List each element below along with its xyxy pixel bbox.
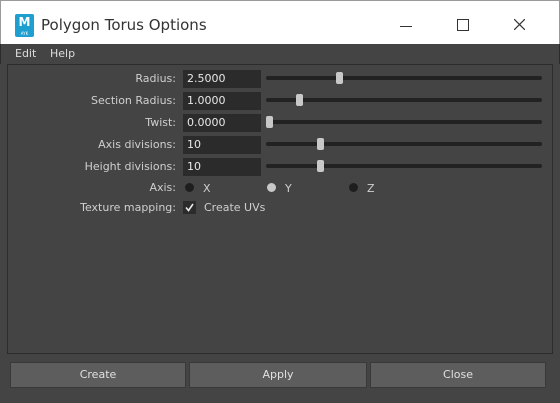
axis-radio-y[interactable] [267, 183, 276, 192]
section-radius-label: Section Radius: [91, 94, 176, 107]
checkmark-icon [185, 203, 194, 212]
window-title: Polygon Torus Options [41, 16, 207, 34]
app-icon-sub: AYK [20, 31, 29, 36]
axis-radio-x-label: X [203, 182, 211, 195]
axis-label: Axis: [149, 181, 176, 194]
menu-help[interactable]: Help [50, 47, 75, 60]
title-bar: M AYK Polygon Torus Options [0, 0, 560, 44]
height-divisions-slider[interactable] [266, 160, 542, 172]
height-divisions-label: Height divisions: [84, 160, 176, 173]
section-radius-slider[interactable] [266, 94, 542, 106]
create-button[interactable]: Create [10, 362, 186, 388]
twist-slider-handle[interactable] [266, 116, 273, 128]
section-radius-slider-handle[interactable] [296, 94, 303, 106]
axis-divisions-field[interactable]: 10 [183, 136, 261, 154]
axis-divisions-label: Axis divisions: [98, 138, 176, 151]
axis-radio-z[interactable] [349, 183, 358, 192]
axis-divisions-slider[interactable] [266, 138, 542, 150]
maya-app-icon: M AYK [15, 14, 34, 37]
menu-edit[interactable]: Edit [15, 47, 36, 60]
axis-radio-x[interactable] [185, 183, 194, 192]
radius-slider-handle[interactable] [336, 72, 343, 84]
menu-bar: Edit Help [0, 44, 560, 64]
create-uvs-checkbox[interactable] [183, 201, 196, 214]
close-icon [514, 19, 525, 30]
radius-slider[interactable] [266, 72, 542, 84]
axis-radio-y-label: Y [285, 182, 292, 195]
maximize-button[interactable] [434, 1, 490, 45]
twist-slider[interactable] [266, 116, 542, 128]
height-divisions-field[interactable]: 10 [183, 158, 261, 176]
create-uvs-label: Create UVs [204, 201, 266, 214]
height-divisions-slider-handle[interactable] [317, 160, 324, 172]
section-radius-field[interactable]: 1.0000 [183, 92, 261, 110]
texture-mapping-label: Texture mapping: [80, 201, 176, 214]
close-button[interactable]: Close [370, 362, 546, 388]
apply-button[interactable]: Apply [189, 362, 367, 388]
app-icon-letter: M [18, 15, 31, 29]
axis-radio-z-label: Z [367, 182, 375, 195]
axis-divisions-slider-handle[interactable] [317, 138, 324, 150]
twist-label: Twist: [145, 116, 176, 129]
radius-label: Radius: [135, 72, 176, 85]
close-window-button[interactable] [491, 1, 547, 45]
minimize-button[interactable] [378, 1, 434, 45]
radius-field[interactable]: 2.5000 [183, 70, 261, 88]
twist-field[interactable]: 0.0000 [183, 114, 261, 132]
